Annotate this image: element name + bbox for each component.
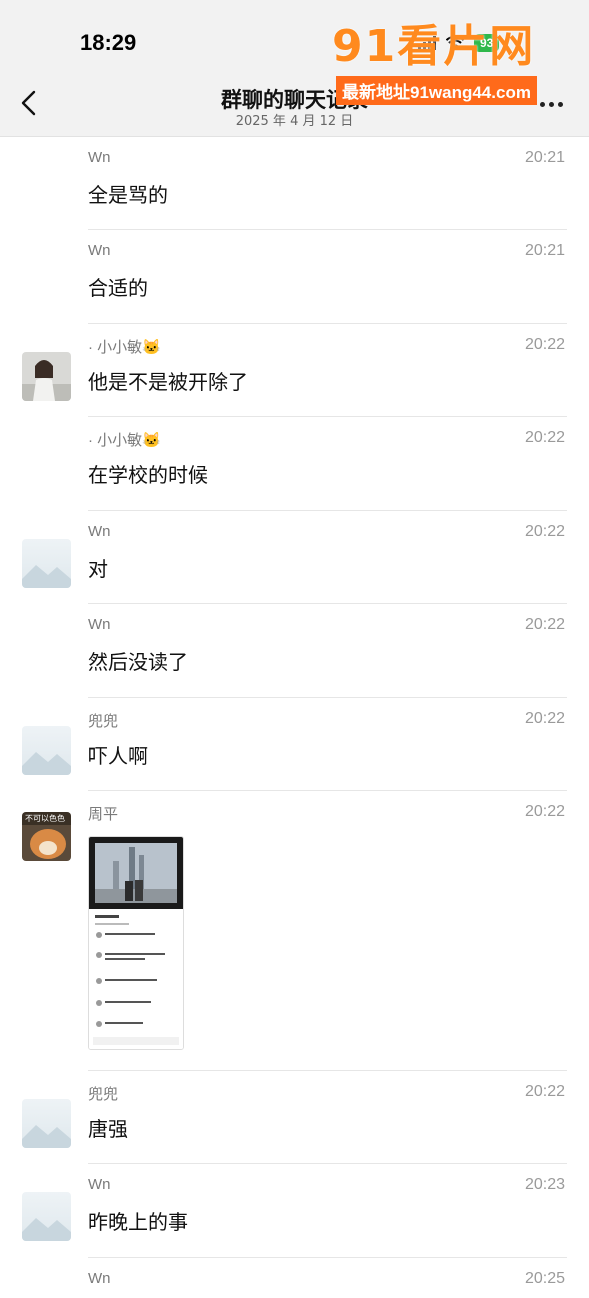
message-item[interactable]: Wn 20:23 昨晚上的事 bbox=[0, 1164, 589, 1258]
image-message[interactable] bbox=[88, 836, 184, 1050]
message-item[interactable]: Wn 20:25 bbox=[0, 1258, 589, 1298]
message-text: 合适的 bbox=[88, 276, 148, 300]
message-item[interactable]: 不可以色色 周平 20:22 bbox=[0, 791, 589, 1071]
status-time: 18:29 bbox=[80, 30, 137, 55]
message-text: 唐强 bbox=[88, 1117, 128, 1141]
sender-name: Wn bbox=[88, 1270, 111, 1287]
watermark-url: 最新地址91wang44.com bbox=[336, 76, 537, 105]
message-item[interactable]: · 小小敏🐱 20:22 在学校的时候 bbox=[0, 417, 589, 511]
avatar-placeholder[interactable] bbox=[22, 1192, 71, 1241]
chat-date: 2025 年 4 月 12 日 bbox=[235, 114, 354, 129]
message-item[interactable]: · 小小敏🐱 20:22 他是不是被开除了 bbox=[0, 324, 589, 417]
message-time: 20:22 bbox=[524, 710, 565, 727]
sender-name: Wn bbox=[88, 149, 111, 166]
sender-name: Wn bbox=[88, 242, 111, 259]
message-time: 20:22 bbox=[524, 616, 565, 633]
message-time: 20:25 bbox=[524, 1270, 565, 1287]
message-text: 昨晚上的事 bbox=[88, 1210, 188, 1234]
sender-name: · 小小敏🐱 bbox=[88, 339, 161, 356]
sender-name: · 小小敏🐱 bbox=[88, 432, 161, 449]
nav-header: 18:29 93 群聊的聊天记录 2025 年 4 月 12 日 91看片网 最… bbox=[0, 0, 589, 137]
avatar-placeholder[interactable] bbox=[22, 726, 71, 775]
message-time: 20:22 bbox=[524, 336, 565, 353]
message-item[interactable]: Wn 20:22 然后没读了 bbox=[0, 604, 589, 698]
message-time: 20:22 bbox=[524, 803, 565, 820]
message-time: 20:22 bbox=[524, 429, 565, 446]
message-item[interactable]: Wn 20:22 对 bbox=[0, 511, 589, 604]
message-text: 然后没读了 bbox=[88, 650, 188, 674]
sender-name: 兜兜 bbox=[88, 713, 119, 730]
message-list: Wn 20:21 全是骂的 Wn 20:21 合适的 · 小小敏🐱 20:22 … bbox=[0, 137, 589, 1298]
avatar-placeholder[interactable] bbox=[22, 1099, 71, 1148]
avatar-placeholder[interactable] bbox=[22, 539, 71, 588]
avatar-caption: 不可以色色 bbox=[25, 814, 65, 823]
message-time: 20:22 bbox=[524, 523, 565, 540]
watermark-logo: 91看片网 bbox=[332, 21, 536, 72]
avatar[interactable]: 不可以色色 bbox=[22, 812, 71, 861]
message-time: 20:21 bbox=[524, 149, 565, 166]
message-item[interactable]: Wn 20:21 合适的 bbox=[0, 230, 589, 324]
message-text: 在学校的时候 bbox=[88, 463, 208, 487]
sender-name: 兜兜 bbox=[88, 1086, 119, 1103]
message-time: 20:22 bbox=[524, 1083, 565, 1100]
message-item[interactable]: Wn 20:21 全是骂的 bbox=[0, 137, 589, 230]
sender-name: Wn bbox=[88, 616, 111, 633]
message-item[interactable]: 兜兜 20:22 吓人啊 bbox=[0, 698, 589, 791]
message-text: 对 bbox=[88, 557, 108, 581]
watermark: 91看片网 最新地址91wang44.com bbox=[332, 10, 582, 110]
message-item[interactable]: 兜兜 20:22 唐强 bbox=[0, 1071, 589, 1164]
message-text: 全是骂的 bbox=[88, 183, 168, 207]
avatar[interactable] bbox=[22, 352, 71, 401]
message-text: 他是不是被开除了 bbox=[88, 370, 248, 394]
sender-name: Wn bbox=[88, 1176, 111, 1193]
message-time: 20:23 bbox=[524, 1176, 565, 1193]
sender-name: Wn bbox=[88, 523, 111, 540]
message-text: 吓人啊 bbox=[88, 744, 148, 768]
sender-name: 周平 bbox=[88, 806, 119, 823]
message-time: 20:21 bbox=[524, 242, 565, 259]
